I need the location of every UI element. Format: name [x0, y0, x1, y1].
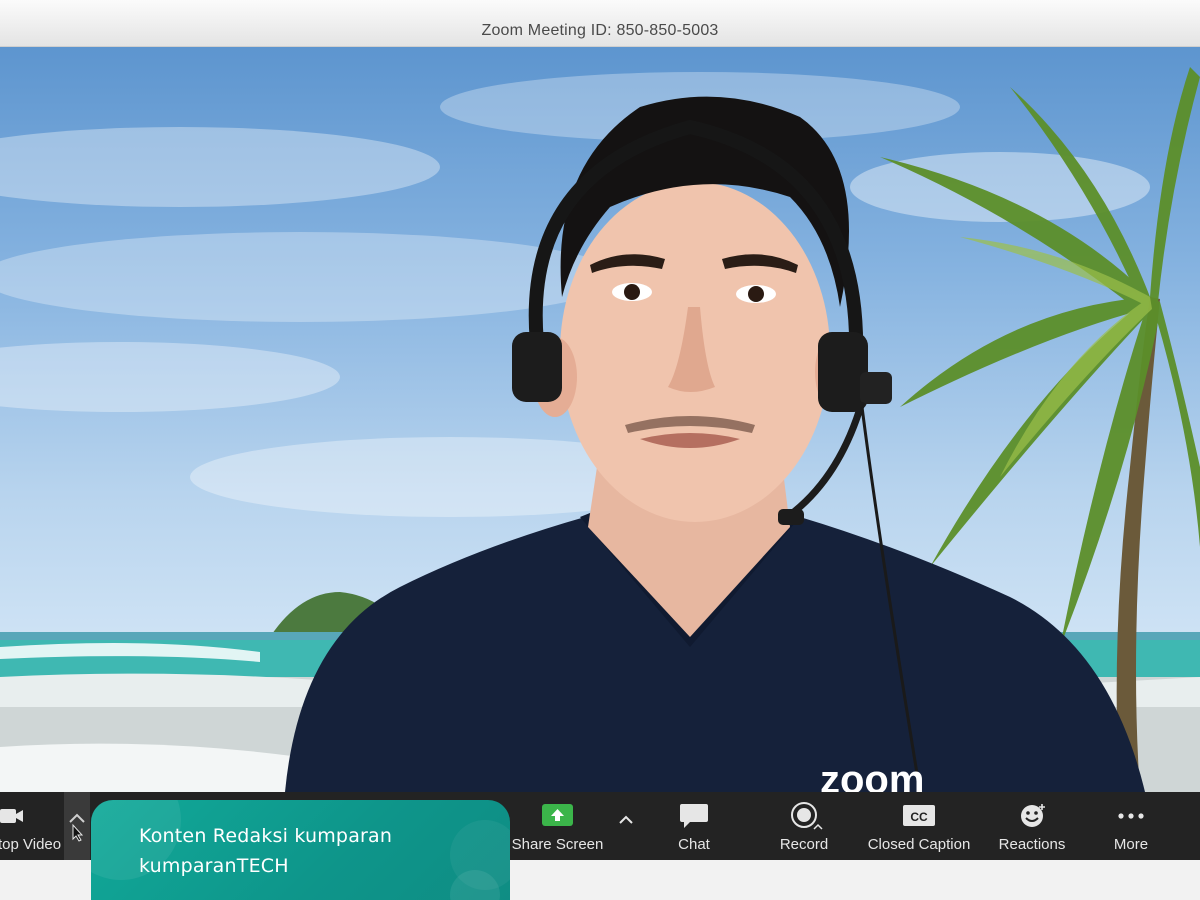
svg-text:CC: CC — [910, 810, 928, 824]
video-options-chevron[interactable] — [64, 792, 90, 860]
share-options-chevron-icon[interactable] — [616, 810, 636, 830]
kumparan-watermark: Konten Redaksi kumparan kumparanTECH — [91, 800, 510, 900]
share-screen-label: Share Screen — [511, 836, 604, 853]
record-button[interactable]: Record — [770, 792, 838, 860]
reactions-icon — [1021, 804, 1045, 827]
more-label: More — [1113, 836, 1149, 853]
chat-icon — [680, 804, 708, 828]
more-dots-icon — [1118, 813, 1144, 819]
reactions-label: Reactions — [998, 836, 1066, 853]
more-button[interactable]: More — [1100, 792, 1162, 860]
record-label: Record — [779, 836, 829, 853]
watermark-line-1: Konten Redaksi kumparan — [139, 825, 393, 847]
share-screen-button[interactable]: Share Screen — [505, 792, 610, 860]
virtual-background: zoom — [0, 67, 1200, 792]
share-screen-icon — [542, 804, 573, 826]
chat-label: Chat — [678, 836, 710, 853]
record-icon — [791, 802, 823, 830]
chevron-up-icon — [69, 813, 85, 842]
closed-caption-label: Closed Caption — [867, 836, 971, 853]
title-bar: Zoom Meeting ID: 850-850-5003 — [0, 0, 1200, 47]
closed-caption-button[interactable]: CC Closed Caption — [860, 792, 978, 860]
video-feed: zoom — [0, 47, 1200, 792]
meeting-title: Zoom Meeting ID: 850-850-5003 — [481, 22, 719, 39]
chat-button[interactable]: Chat — [660, 792, 728, 860]
shirt-logo-text: zoom — [820, 758, 924, 792]
reactions-button[interactable]: Reactions — [992, 792, 1072, 860]
closed-caption-icon: CC — [903, 805, 935, 826]
watermark-line-2: kumparanTECH — [139, 855, 289, 877]
